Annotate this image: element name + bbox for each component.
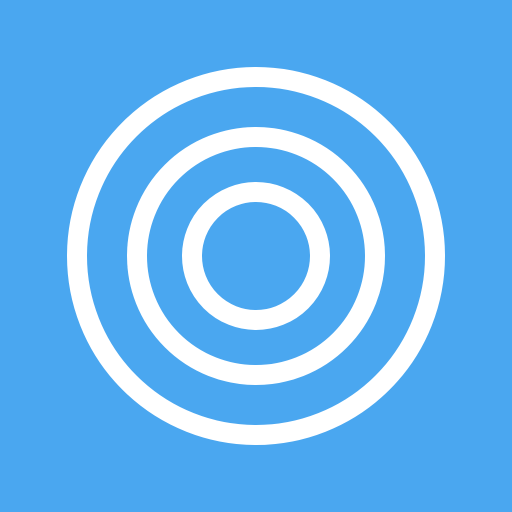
concentric-rings-icon bbox=[0, 0, 512, 512]
app-icon bbox=[0, 0, 512, 512]
